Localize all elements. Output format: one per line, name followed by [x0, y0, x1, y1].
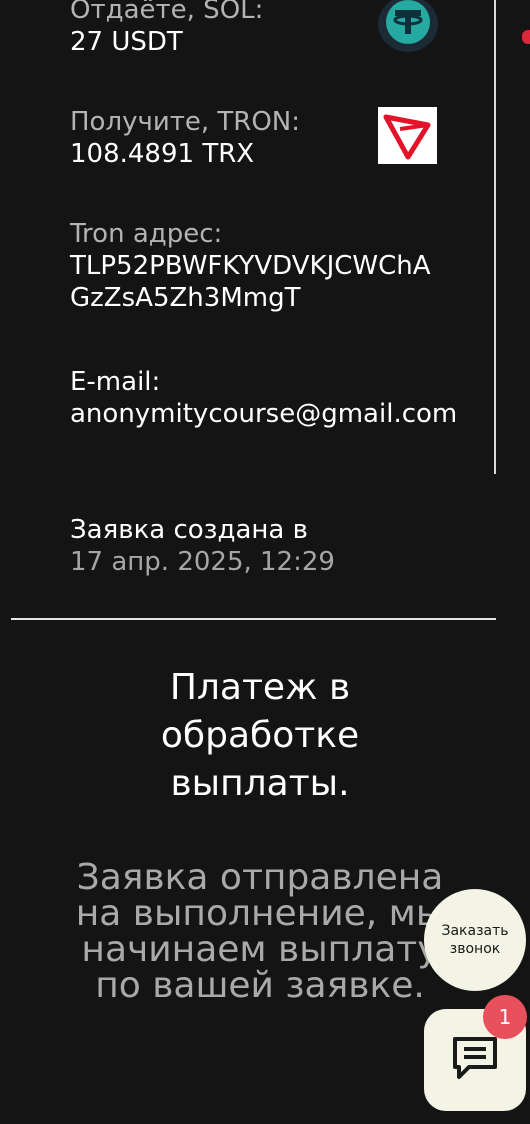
created-label: Заявка создана в	[70, 515, 308, 545]
chat-notification-badge: 1	[483, 995, 527, 1039]
status-title: Платеж в обработке выплаты.	[160, 667, 360, 804]
status-description: Заявка отправлена на выполнение, мы начи…	[75, 857, 445, 1006]
created-field: Заявка создана в 17 апр. 2025, 12:29	[70, 514, 335, 578]
get-label: Получите, TRON:	[70, 107, 301, 137]
give-field: Отдаёте, SOL: 27 USDT	[70, 0, 263, 58]
email-field: E-mail: anonymitycourse@gmail.com	[70, 366, 457, 430]
divider-vertical	[494, 0, 496, 474]
order-page: Отдаёте, SOL: 27 USDT Получите, TRON: 10…	[0, 0, 530, 1124]
created-value: 17 апр. 2025, 12:29	[70, 547, 335, 577]
address-field: Tron адрес: TLP52PBWFKYVDVKJCWChAGzZsA5Z…	[70, 218, 450, 314]
get-field: Получите, TRON: 108.4891 TRX	[70, 106, 300, 170]
usdt-icon	[378, 0, 438, 52]
tron-icon	[378, 107, 437, 164]
give-value: 27 USDT	[70, 27, 183, 57]
email-value: anonymitycourse@gmail.com	[70, 399, 458, 429]
divider-horizontal	[11, 618, 496, 620]
get-value: 108.4891 TRX	[70, 139, 255, 169]
address-label: Tron адрес:	[70, 219, 223, 249]
order-call-button[interactable]: Заказать звонок	[424, 889, 526, 991]
chat-icon	[451, 1035, 499, 1085]
edge-indicator	[522, 30, 530, 44]
address-value: TLP52PBWFKYVDVKJCWChAGzZsA5Zh3MmgT	[70, 251, 431, 313]
give-label: Отдаёте, SOL:	[70, 0, 264, 25]
email-label: E-mail:	[70, 367, 161, 397]
